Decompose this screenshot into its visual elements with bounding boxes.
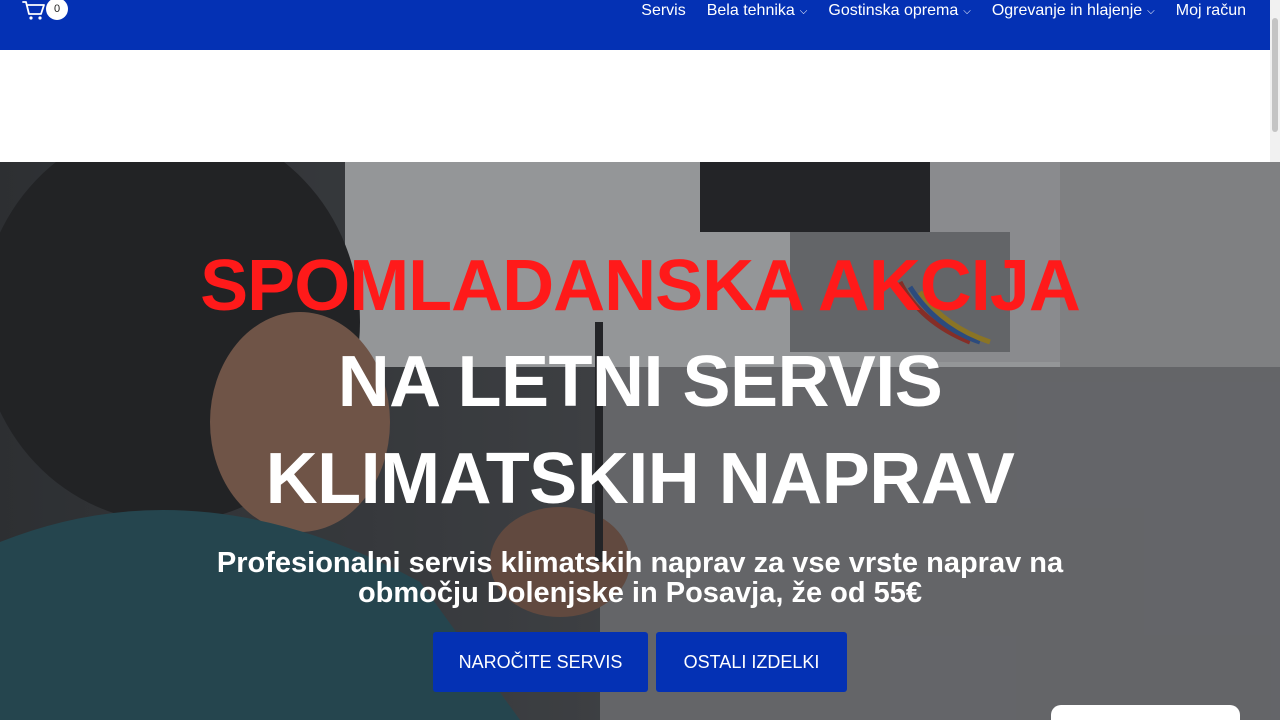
chevron-down-icon: ⌵ <box>963 6 971 17</box>
page-scrollbar[interactable] <box>1270 0 1280 162</box>
promo-headline: SPOMLADANSKA AKCIJA <box>200 246 1081 326</box>
hero-title-line-2: KLIMATSKIH NAPRAV <box>265 439 1015 519</box>
order-service-button[interactable]: NAROČITE SERVIS <box>433 632 648 692</box>
header-spacer <box>0 50 1270 162</box>
scrollbar-thumb[interactable] <box>1272 18 1278 132</box>
nav-label: Moj račun <box>1175 2 1246 19</box>
hero-title-line-1: NA LETNI SERVIS <box>337 342 943 422</box>
nav-item-ogrevanje-in-hlajenje[interactable]: Ogrevanje in hlajenje ⌵ <box>992 1 1155 21</box>
hero-subtitle: Profesionalni servis klimatskih naprav z… <box>216 547 1064 609</box>
cart-icon <box>22 1 45 20</box>
nav-item-moj-racun[interactable]: Moj račun <box>1176 1 1246 21</box>
nav-label: Gostinska oprema <box>828 2 959 19</box>
floating-widget[interactable] <box>1051 705 1240 720</box>
top-navigation-bar: 0 Servis Bela tehnika ⌵ Gostinska oprema… <box>0 0 1280 50</box>
nav-label: Servis <box>641 2 686 19</box>
cart-count-badge: 0 <box>46 0 68 20</box>
cart-button[interactable]: 0 <box>22 0 70 22</box>
nav-item-bela-tehnika[interactable]: Bela tehnika ⌵ <box>707 1 808 21</box>
nav-label: Ogrevanje in hlajenje <box>991 2 1143 19</box>
nav-item-gostinska-oprema[interactable]: Gostinska oprema ⌵ <box>828 1 970 21</box>
nav-label: Bela tehnika <box>706 2 795 19</box>
chevron-down-icon: ⌵ <box>799 6 808 17</box>
other-products-button[interactable]: OSTALI IZDELKI <box>656 632 847 692</box>
nav-item-servis[interactable]: Servis <box>641 1 685 21</box>
hero-banner: SPOMLADANSKA AKCIJA NA LETNI SERVIS KLIM… <box>0 162 1280 720</box>
chevron-down-icon: ⌵ <box>1147 6 1155 17</box>
main-nav: Servis Bela tehnika ⌵ Gostinska oprema ⌵… <box>620 0 1246 22</box>
